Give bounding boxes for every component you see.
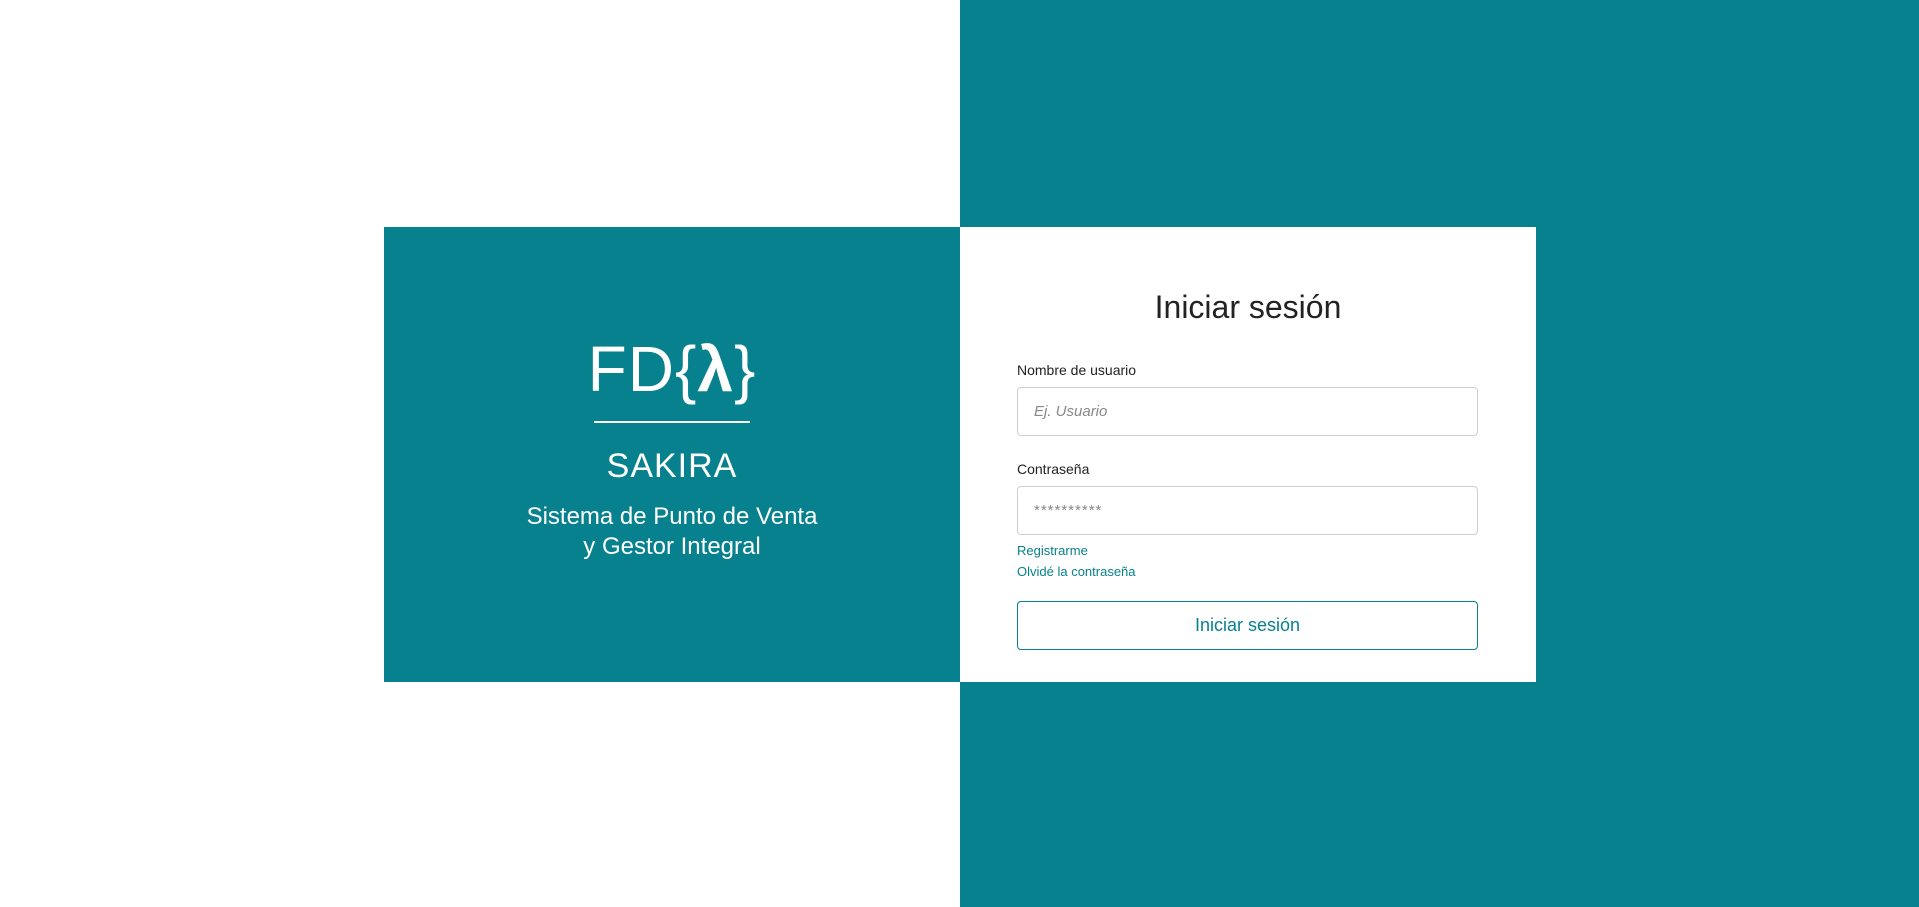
- app-description-line1: Sistema de Punto de Venta: [526, 503, 818, 530]
- password-input[interactable]: [1017, 486, 1478, 535]
- username-label: Nombre de usuario: [1017, 362, 1137, 378]
- app-name: SAKIRA: [606, 447, 738, 485]
- app-description: Sistema de Punto de Venta y Gestor Integ…: [384, 502, 960, 562]
- forgot-password-link[interactable]: Olvidé la contraseña: [1017, 564, 1136, 579]
- password-label: Contraseña: [1017, 461, 1090, 477]
- logo: FD{λ}: [384, 337, 960, 423]
- username-input[interactable]: [1017, 387, 1478, 436]
- login-card: Iniciar sesión Nombre de usuario Contras…: [960, 227, 1536, 682]
- app-description-line2: y Gestor Integral: [583, 533, 761, 560]
- logo-divider: [594, 421, 750, 423]
- logo-suffix: }: [733, 333, 757, 405]
- logo-prefix: FD{: [587, 333, 698, 405]
- login-title: Iniciar sesión: [1154, 289, 1342, 325]
- login-button[interactable]: Iniciar sesión: [1017, 601, 1478, 650]
- logo-text: FD{λ}: [588, 337, 757, 401]
- register-link[interactable]: Registrarme: [1017, 543, 1088, 558]
- lambda-icon: λ: [697, 333, 734, 405]
- brand-panel: FD{λ} SAKIRA Sistema de Punto de Venta y…: [384, 227, 960, 682]
- login-page: FD{λ} SAKIRA Sistema de Punto de Venta y…: [0, 0, 1919, 907]
